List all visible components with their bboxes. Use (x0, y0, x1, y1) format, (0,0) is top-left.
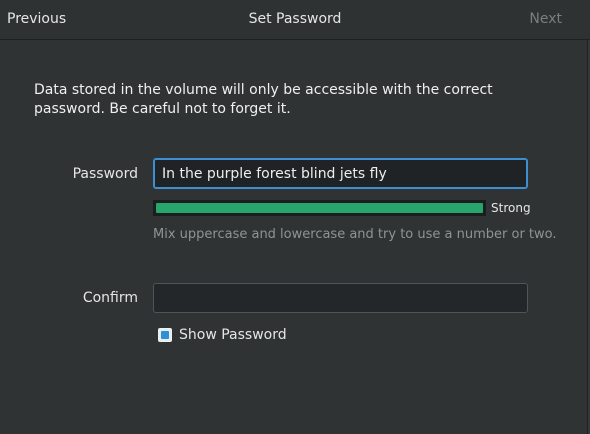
content-area: Data stored in the volume will only be a… (0, 40, 588, 434)
strength-bar-fill (156, 203, 483, 213)
dialog-title: Set Password (248, 11, 342, 27)
password-hint: Mix uppercase and lowercase and try to u… (153, 227, 557, 242)
password-strength-bar (153, 200, 486, 216)
next-button[interactable]: Next (529, 11, 562, 28)
set-password-dialog: Previous Set Password Next Data stored i… (0, 0, 590, 434)
header-bar: Previous Set Password Next (0, 0, 590, 40)
password-input[interactable] (153, 158, 528, 189)
show-password-label: Show Password (179, 327, 287, 343)
description-text: Data stored in the volume will only be a… (34, 82, 493, 117)
show-password-checkbox[interactable] (158, 328, 172, 342)
password-label: Password (72, 166, 138, 182)
confirm-input[interactable] (153, 283, 528, 313)
confirm-label: Confirm (82, 290, 138, 306)
strength-label: Strong (491, 201, 531, 215)
